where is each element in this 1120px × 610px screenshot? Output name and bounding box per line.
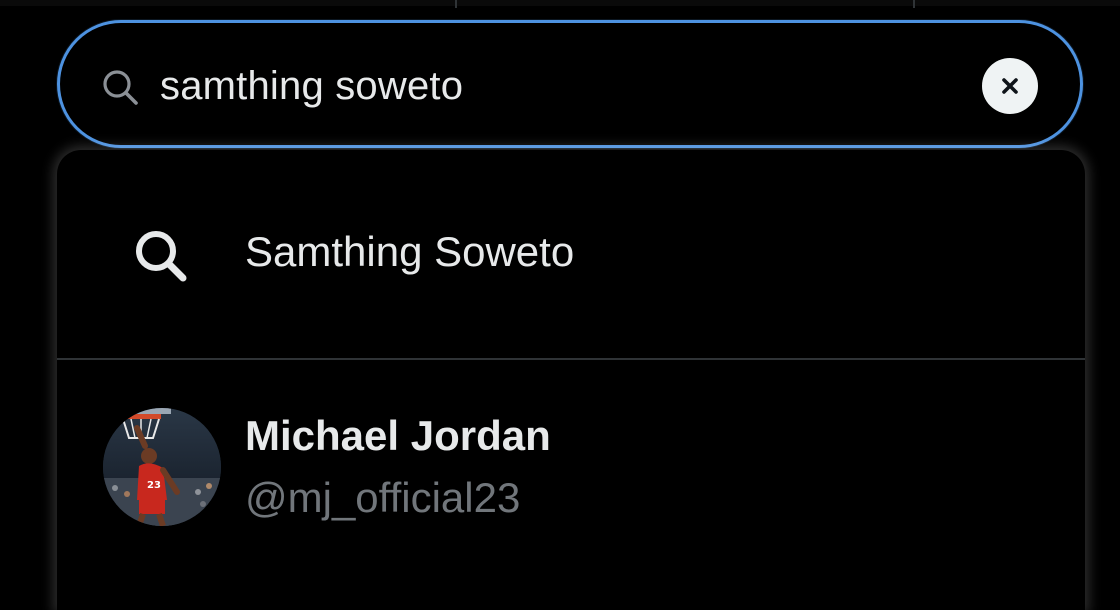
search-bar[interactable]: samthing soweto	[57, 20, 1083, 148]
search-icon	[100, 67, 140, 107]
search-icon	[131, 226, 191, 286]
top-strip	[0, 0, 1120, 6]
suggestion-label: Samthing Soweto	[245, 228, 575, 275]
column-divider	[455, 0, 457, 8]
user-handle: @mj_official23	[245, 474, 521, 521]
avatar[interactable]: 23	[103, 408, 221, 526]
search-input[interactable]: samthing soweto	[160, 61, 463, 111]
column-divider	[913, 0, 915, 8]
user-result[interactable]: 23 Michael Jordan @mj_official23	[57, 360, 1085, 610]
user-display-name: Michael Jordan	[245, 412, 551, 459]
svg-text:23: 23	[147, 480, 161, 491]
clear-search-button[interactable]	[982, 58, 1038, 114]
avatar-image: 23	[103, 408, 221, 526]
close-icon	[1002, 78, 1018, 94]
search-dropdown: Samthing Soweto 23 Michael Jordan @mj_of…	[57, 150, 1085, 610]
search-suggestion[interactable]: Samthing Soweto	[57, 150, 1085, 360]
